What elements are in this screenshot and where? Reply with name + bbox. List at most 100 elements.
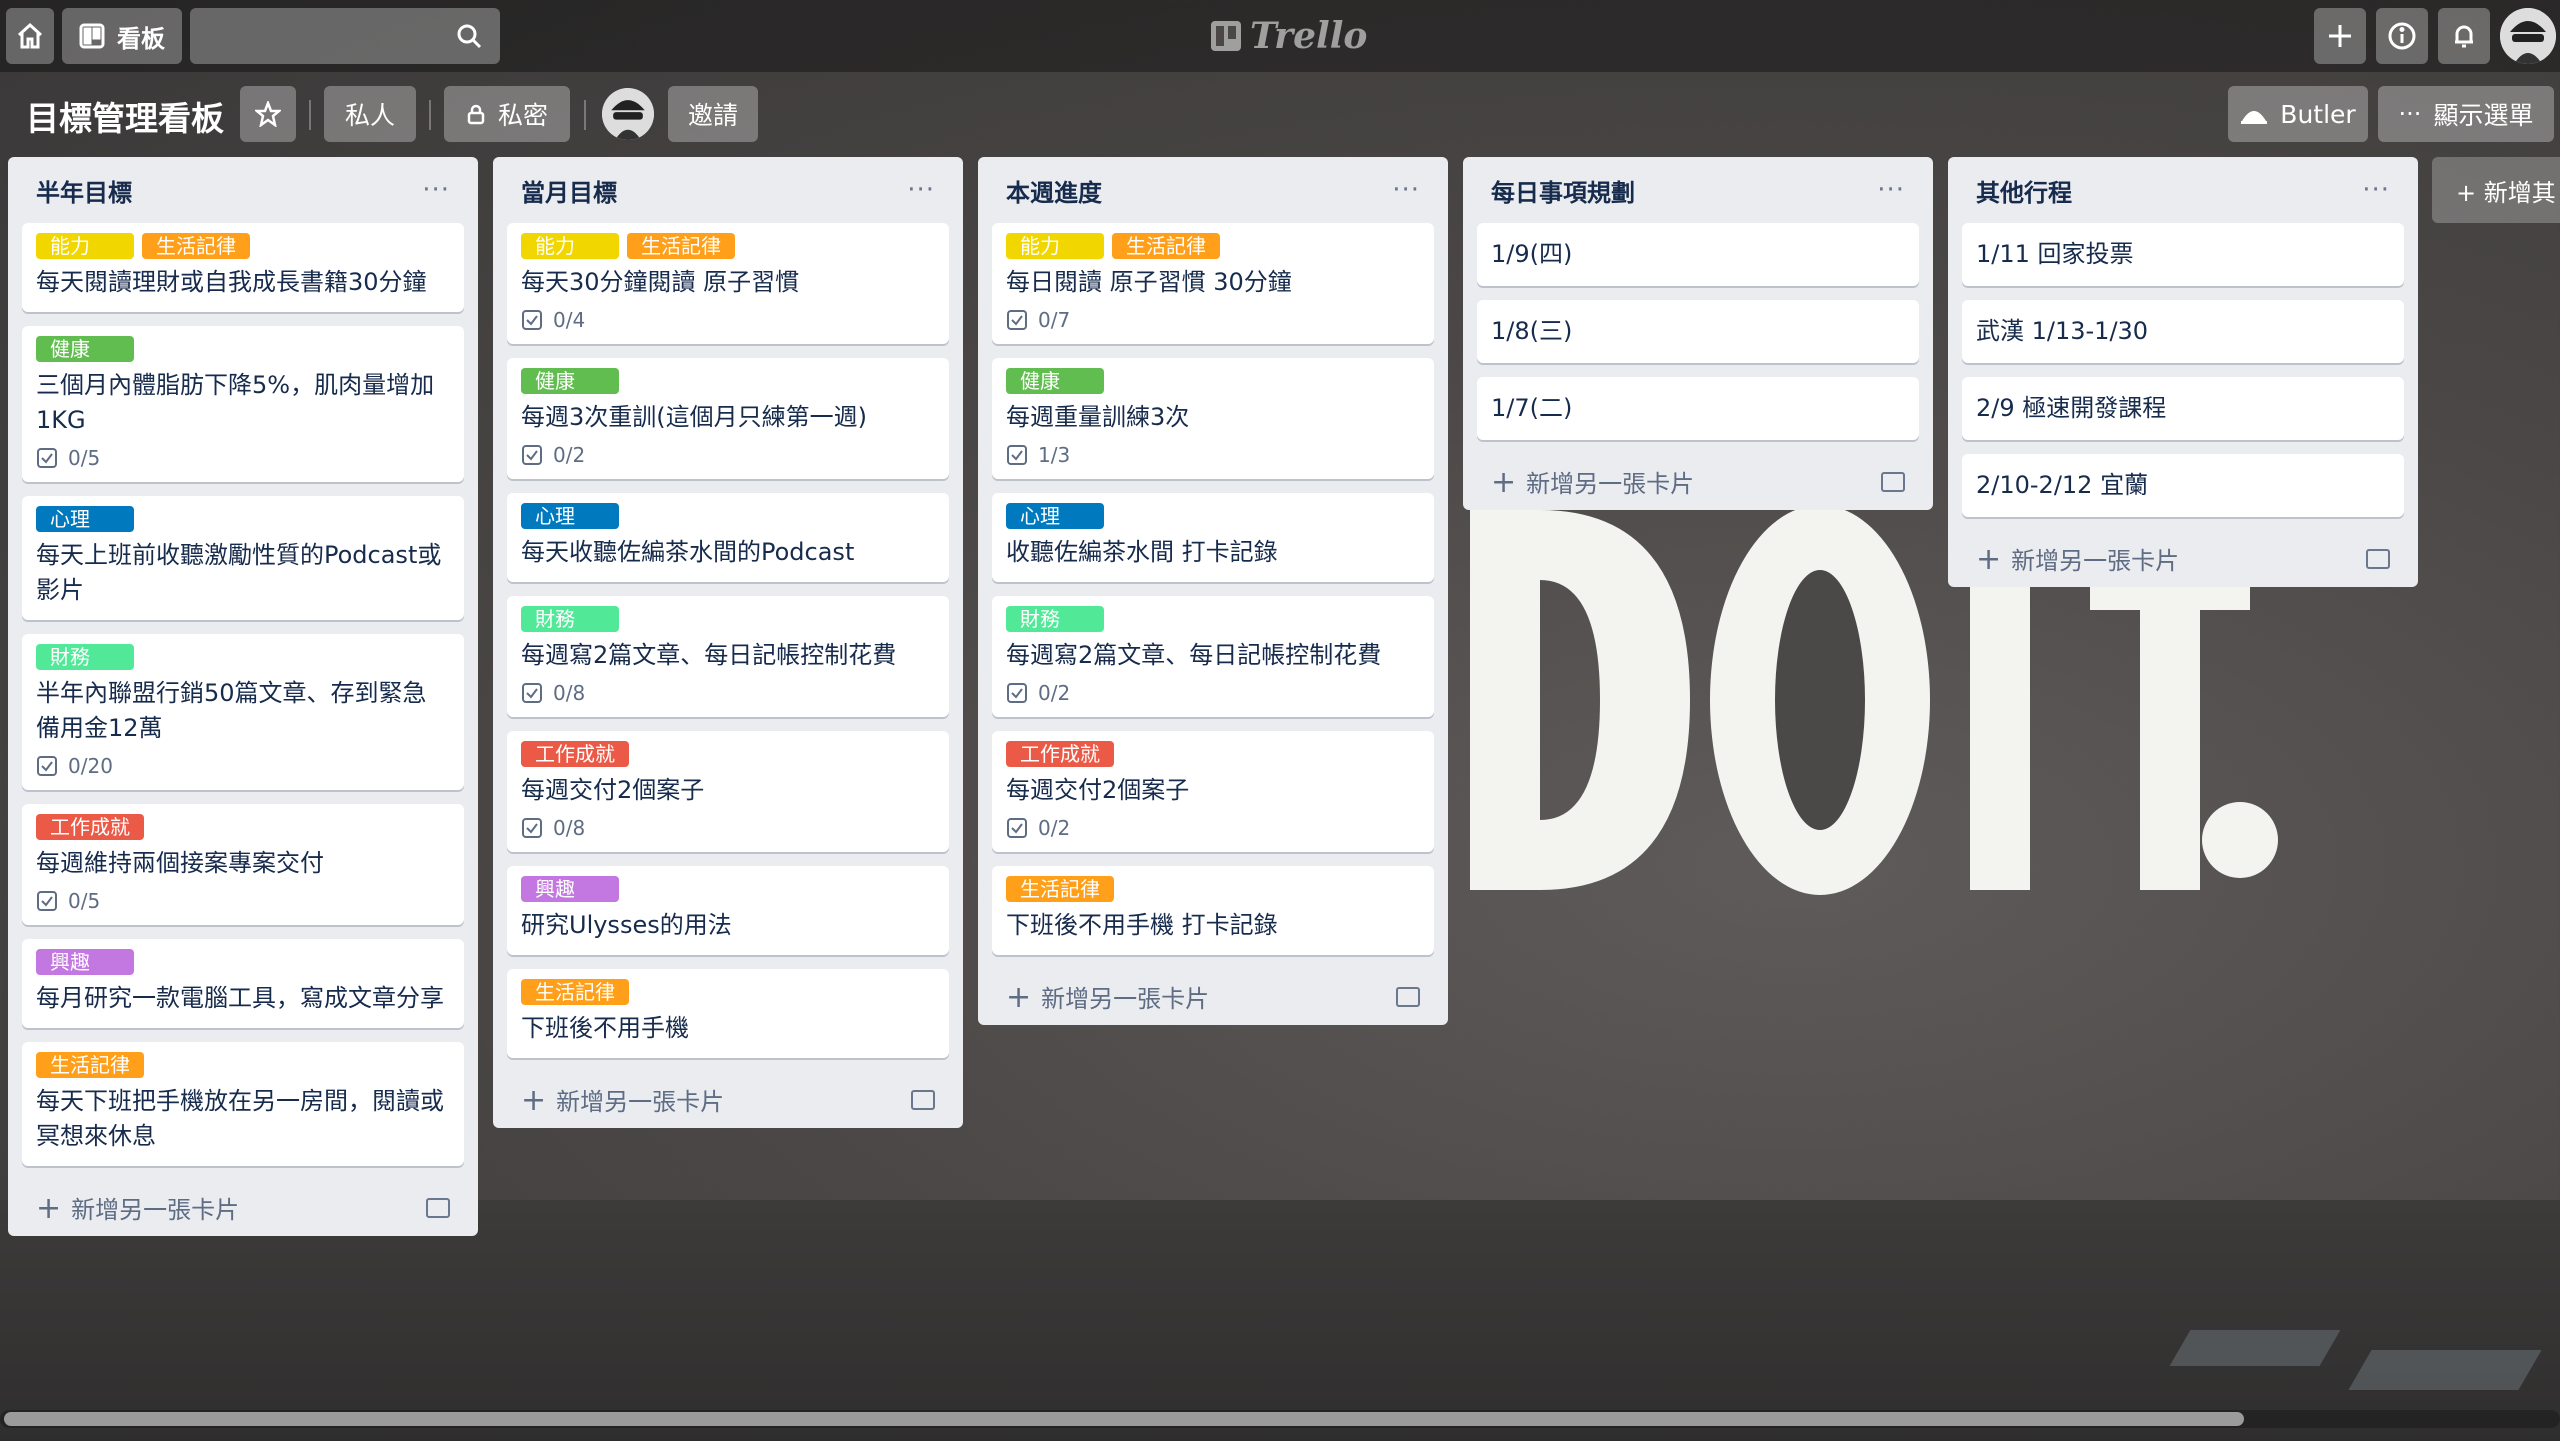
card[interactable]: 2/9 極速開發課程 [1962,377,2404,440]
add-card-button[interactable]: + 新增另一張卡片 [1463,454,1933,510]
list-menu-icon[interactable]: ··· [1392,175,1420,205]
checklist-badge: 0/20 [36,754,450,778]
list-menu-icon[interactable]: ··· [1877,175,1905,205]
card-label[interactable]: 財務 [1006,606,1104,632]
list-title[interactable]: 半年目標 [36,173,132,208]
card[interactable]: 能力 生活記律 每天30分鐘閱讀 原子習慣 0/4 [507,223,949,344]
scrollbar-thumb[interactable] [4,1412,2244,1426]
add-card-button[interactable]: + 新增另一張卡片 [8,1180,478,1236]
add-card-label-wrap: + 新增另一張卡片 [1976,541,2179,577]
search-icon[interactable] [455,22,483,50]
member-avatar[interactable] [602,88,654,140]
card-template-icon[interactable] [911,1090,935,1110]
star-button[interactable] [240,86,296,142]
add-card-button[interactable]: + 新增另一張卡片 [1948,531,2418,587]
card-label[interactable]: 生活記律 [627,233,735,259]
invite-button[interactable]: 邀請 [668,86,758,142]
list-menu-icon[interactable]: ··· [907,175,935,205]
card-label[interactable]: 生活記律 [142,233,250,259]
card[interactable]: 財務 每週寫2篇文章、每日記帳控制花費 0/2 [992,596,1434,717]
card[interactable]: 1/8(三) [1477,300,1919,363]
card[interactable]: 心理 每天上班前收聽激勵性質的Podcast或影片 [22,496,464,620]
card-label[interactable]: 生活記律 [1006,876,1114,902]
card-list: 能力 生活記律 每日閱讀 原子習慣 30分鐘 0/7 健康 每週重量訓練3次 1/3 心理 收聽… [978,223,1448,955]
card[interactable]: 財務 半年內聯盟行銷50篇文章、存到緊急備用金12萬 0/20 [22,634,464,790]
trello-logo[interactable]: Trello [1210,14,1367,58]
card-label[interactable]: 心理 [36,506,134,532]
plus-icon: + [36,1191,62,1226]
card[interactable]: 心理 每天收聽佐編茶水間的Podcast [507,493,949,582]
info-button[interactable] [2376,8,2428,64]
card-label[interactable]: 工作成就 [36,814,144,840]
list-header: 每日事項規劃 ··· [1463,157,1933,223]
card-label[interactable]: 能力 [1006,233,1104,259]
card-label[interactable]: 健康 [36,336,134,362]
user-avatar[interactable] [2500,8,2556,64]
board-title[interactable]: 目標管理看板 [26,92,224,140]
card[interactable]: 工作成就 每週維持兩個接案專案交付 0/5 [22,804,464,925]
card[interactable]: 1/9(四) [1477,223,1919,286]
checklist-badge: 0/4 [521,308,935,332]
team-visibility-button[interactable]: 私人 [324,86,416,142]
list-title[interactable]: 其他行程 [1976,173,2072,208]
card-label[interactable]: 財務 [36,644,134,670]
card-label[interactable]: 生活記律 [1112,233,1220,259]
add-card-button[interactable]: + 新增另一張卡片 [978,969,1448,1025]
card[interactable]: 能力 生活記律 每天閱讀理財或自我成長書籍30分鐘 [22,223,464,312]
list-title[interactable]: 本週進度 [1006,173,1102,208]
checklist-badge: 0/8 [521,816,935,840]
card-label[interactable]: 財務 [521,606,619,632]
card[interactable]: 工作成就 每週交付2個案子 0/8 [507,731,949,852]
butler-button[interactable]: Butler [2228,86,2368,142]
card-template-icon[interactable] [1881,472,1905,492]
card[interactable]: 健康 每週3次重訓(這個月只練第一週) 0/2 [507,358,949,479]
card-template-icon[interactable] [2366,549,2390,569]
card[interactable]: 健康 三個月內體脂肪下降5%，肌肉量增加1KG 0/5 [22,326,464,482]
card[interactable]: 生活記律 下班後不用手機 打卡記錄 [992,866,1434,955]
notifications-button[interactable] [2438,8,2490,64]
card[interactable]: 2/10-2/12 宜蘭 [1962,454,2404,517]
card[interactable]: 1/11 回家投票 [1962,223,2404,286]
card[interactable]: 財務 每週寫2篇文章、每日記帳控制花費 0/8 [507,596,949,717]
card-label[interactable]: 心理 [1006,503,1104,529]
card-label[interactable]: 能力 [36,233,134,259]
privacy-button[interactable]: 私密 [444,86,570,142]
list-menu-icon[interactable]: ··· [422,175,450,205]
card-label[interactable]: 工作成就 [1006,741,1114,767]
card[interactable]: 興趣 研究Ulysses的用法 [507,866,949,955]
list-menu-icon[interactable]: ··· [2362,175,2390,205]
card-template-icon[interactable] [1396,987,1420,1007]
card[interactable]: 工作成就 每週交付2個案子 0/2 [992,731,1434,852]
card[interactable]: 能力 生活記律 每日閱讀 原子習慣 30分鐘 0/7 [992,223,1434,344]
list-title[interactable]: 當月目標 [521,173,617,208]
show-menu-label: 顯示選單 [2433,101,2534,130]
list-title[interactable]: 每日事項規劃 [1491,173,1635,208]
search-input[interactable] [190,8,500,64]
card-label[interactable]: 工作成就 [521,741,629,767]
card-template-icon[interactable] [426,1198,450,1218]
show-menu-button[interactable]: ··· 顯示選單 [2378,86,2554,142]
card-label[interactable]: 健康 [1006,368,1104,394]
add-card-button[interactable]: + 新增另一張卡片 [493,1072,963,1128]
boards-button[interactable]: 看板 [62,8,182,64]
card[interactable]: 心理 收聽佐編茶水間 打卡記錄 [992,493,1434,582]
card[interactable]: 健康 每週重量訓練3次 1/3 [992,358,1434,479]
card-label[interactable]: 心理 [521,503,619,529]
butler-icon [2241,111,2268,124]
home-button[interactable] [6,8,54,64]
card-label[interactable]: 興趣 [36,949,134,975]
add-list-button[interactable]: + 新增其 [2432,157,2560,223]
card-label[interactable]: 生活記律 [36,1052,144,1078]
card[interactable]: 興趣 每月研究一款電腦工具，寫成文章分享 [22,939,464,1028]
card[interactable]: 1/7(二) [1477,377,1919,440]
card[interactable]: 武漢 1/13-1/30 [1962,300,2404,363]
privacy-label: 私密 [497,101,548,130]
card[interactable]: 生活記律 下班後不用手機 [507,969,949,1058]
card-label[interactable]: 生活記律 [521,979,629,1005]
card-label[interactable]: 健康 [521,368,619,394]
card-label[interactable]: 能力 [521,233,619,259]
create-button[interactable] [2314,8,2366,64]
card-labels: 心理 [36,506,450,532]
card-label[interactable]: 興趣 [521,876,619,902]
card[interactable]: 生活記律 每天下班把手機放在另一房間，閱讀或冥想來休息 [22,1042,464,1166]
